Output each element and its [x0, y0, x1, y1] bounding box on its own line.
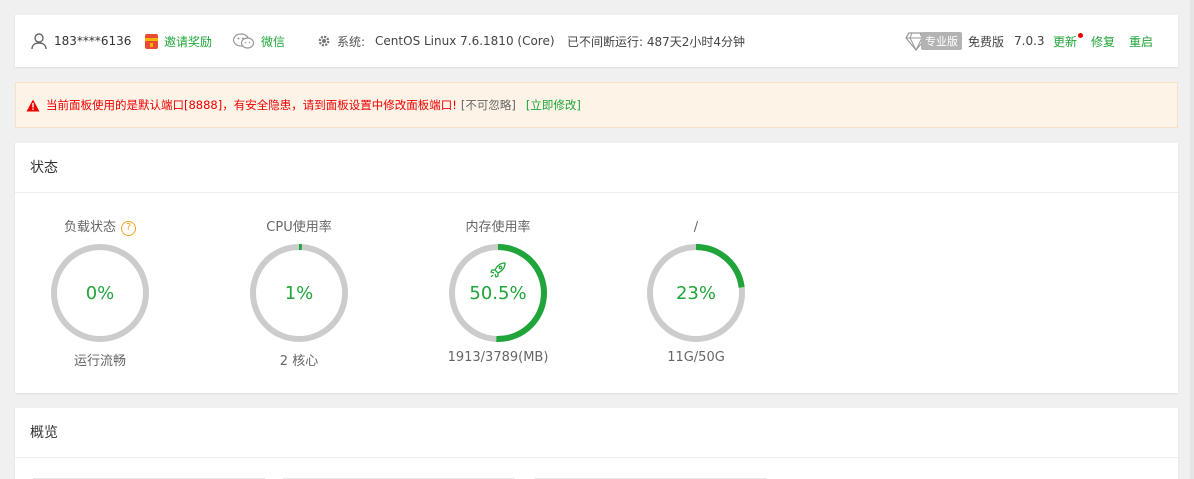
- user-phone: 183****6136: [54, 34, 132, 48]
- restart-link[interactable]: 重启: [1129, 15, 1153, 67]
- system-label: 系统:: [337, 34, 366, 49]
- alert-ignore-note: [不可忽略]: [460, 98, 516, 112]
- update-link[interactable]: 更新: [1053, 15, 1084, 67]
- status-panel: 状态 负载状态 ? 0% 运行流畅 CPU使用率 1% 2 核心 内存使用率 5…: [15, 143, 1178, 393]
- invite-reward-label: 邀请奖励: [164, 34, 213, 49]
- gauge-memory[interactable]: 内存使用率 50.5% 1913/3789(MB): [438, 219, 558, 365]
- repair-link[interactable]: 修复: [1091, 15, 1115, 67]
- gift-icon: [145, 33, 158, 49]
- gauge-load[interactable]: 负载状态 ? 0% 运行流畅: [40, 219, 160, 369]
- uptime-text: 已不间断运行: 487天2小时4分钟: [567, 15, 745, 67]
- gauge-cpu-ring: 1%: [249, 243, 349, 343]
- status-title: 状态: [15, 143, 1178, 193]
- uptime-value: 已不间断运行: 487天2小时4分钟: [567, 34, 746, 49]
- page-scrollbar[interactable]: [1190, 0, 1194, 479]
- gauge-memory-sub: 1913/3789(MB): [447, 350, 549, 365]
- gauge-disk-value: 23%: [675, 283, 716, 304]
- invite-reward-link[interactable]: 邀请奖励: [145, 15, 212, 67]
- gauge-load-ring: 0%: [50, 243, 150, 343]
- wechat-link[interactable]: 微信: [233, 15, 285, 67]
- wechat-label: 微信: [261, 34, 286, 49]
- gauge-cpu[interactable]: CPU使用率 1% 2 核心: [239, 219, 359, 369]
- user-account[interactable]: 183****6136: [30, 15, 131, 67]
- gauge-load-title-row: 负载状态 ?: [40, 219, 160, 237]
- gauge-cpu-value: 1%: [284, 283, 314, 304]
- update-notification-dot: [1078, 32, 1084, 38]
- version-label: 7.0.3: [1014, 34, 1045, 48]
- fix-port-link[interactable]: [立即修改]: [526, 97, 581, 113]
- gauge-memory-title: 内存使用率: [465, 220, 531, 235]
- gauge-load-title: 负载状态: [63, 220, 116, 235]
- user-icon: [30, 32, 48, 50]
- gauge-disk-sub: 11G/50G: [667, 350, 725, 365]
- alert-message: 当前面板使用的是默认端口[8888]，有安全隐患，请到面板设置中修改面板端口!: [46, 98, 457, 112]
- gauge-load-sub: 运行流畅: [73, 354, 126, 369]
- system-info: 系统: CentOS Linux 7.6.1810 (Core): [317, 15, 555, 67]
- gauge-memory-ring: 50.5%: [448, 243, 548, 343]
- edition-label: 免费版: [968, 34, 1005, 49]
- gauge-cpu-sub: 2 核心: [279, 354, 319, 369]
- gear-icon: [317, 34, 331, 48]
- gauge-cpu-title: CPU使用率: [266, 220, 332, 235]
- gauge-disk[interactable]: / 23% 11G/50G: [636, 219, 756, 365]
- edition-info: 专业版 免费版 7.0.3: [905, 15, 1045, 67]
- pro-edition-badge[interactable]: 专业版: [921, 32, 962, 50]
- gauge-load-value: 0%: [85, 283, 115, 304]
- gauge-memory-value: 50.5%: [469, 283, 527, 304]
- overview-panel: 概览: [15, 408, 1178, 479]
- gauge-disk-title: /: [693, 220, 699, 235]
- security-warning-alert: 当前面板使用的是默认端口[8888]，有安全隐患，请到面板设置中修改面板端口! …: [15, 82, 1178, 128]
- repair-label: 修复: [1091, 34, 1116, 49]
- help-icon[interactable]: ?: [121, 220, 136, 236]
- overview-title: 概览: [15, 408, 1178, 458]
- update-label: 更新: [1053, 34, 1078, 49]
- warning-icon: [26, 99, 40, 112]
- system-value: CentOS Linux 7.6.1810 (Core): [375, 34, 555, 48]
- gauge-disk-ring: 23%: [646, 243, 746, 343]
- restart-label: 重启: [1129, 34, 1154, 49]
- wechat-icon: [233, 33, 255, 49]
- top-info-bar: 183****6136 邀请奖励 微信 系统: CentOS Linux 7.6…: [15, 15, 1178, 67]
